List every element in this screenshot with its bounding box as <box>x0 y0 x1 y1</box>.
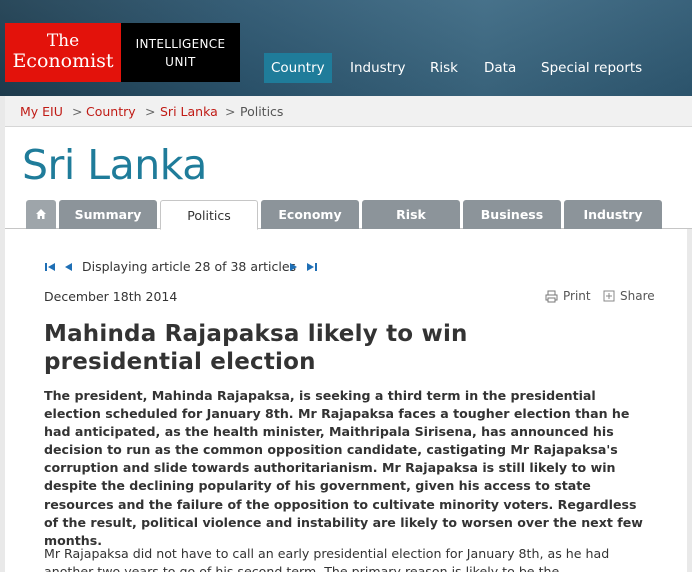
home-icon <box>36 209 46 219</box>
topnav-country[interactable]: Country <box>264 53 332 83</box>
first-page-icon[interactable] <box>44 259 58 275</box>
share-link[interactable]: Share <box>620 289 655 303</box>
next-page-icon[interactable] <box>287 259 301 275</box>
article-date: December 18th 2014 <box>44 289 178 304</box>
last-page-icon[interactable] <box>305 259 319 275</box>
page-title: Sri Lanka <box>22 141 207 189</box>
article-lead: The president, Mahinda Rajapaksa, is see… <box>44 388 643 548</box>
eiu-logo-line2: UNIT <box>165 55 196 69</box>
print-link[interactable]: Print <box>563 289 591 303</box>
tab-summary[interactable]: Summary <box>59 200 157 229</box>
topnav-industry[interactable]: Industry <box>343 53 413 83</box>
tab-risk[interactable]: Risk <box>362 200 460 229</box>
right-gutter <box>687 229 692 572</box>
tab-business[interactable]: Business <box>463 200 561 229</box>
economist-logo[interactable]: The Economist <box>5 23 121 82</box>
share-icon[interactable] <box>603 290 616 303</box>
article-headline: Mahinda Rajapaksa likely to win presiden… <box>44 321 468 375</box>
breadcrumb-sri-lanka[interactable]: Sri Lanka <box>160 104 218 119</box>
eiu-logo[interactable]: INTELLIGENCE UNIT <box>121 23 240 82</box>
prev-page-icon[interactable] <box>62 259 76 275</box>
breadcrumb-my-eiu[interactable]: My EIU <box>20 104 63 119</box>
tab-industry[interactable]: Industry <box>564 200 662 229</box>
breadcrumb-separator: > <box>72 104 83 119</box>
topnav-special-reports[interactable]: Special reports <box>534 53 649 83</box>
pager-status: Displaying article 28 of 38 articles <box>82 259 297 274</box>
tab-politics[interactable]: Politics <box>160 200 258 230</box>
economist-logo-line1: The <box>46 31 80 51</box>
breadcrumb-separator: > <box>145 104 156 119</box>
breadcrumb: My EIU > Country > Sri Lanka > Politics <box>5 96 692 127</box>
breadcrumb-country[interactable]: Country <box>86 104 136 119</box>
topnav-data[interactable]: Data <box>477 53 523 83</box>
topnav-risk[interactable]: Risk <box>423 53 465 83</box>
tab-economy[interactable]: Economy <box>261 200 359 229</box>
print-icon[interactable] <box>545 290 558 303</box>
breadcrumb-politics: Politics <box>240 104 284 119</box>
breadcrumb-separator: > <box>225 104 236 119</box>
eiu-logo-line1: INTELLIGENCE <box>135 37 226 51</box>
tab-home[interactable] <box>26 200 56 229</box>
article-body-paragraph: Mr Rajapaksa did not have to call an ear… <box>44 546 610 572</box>
economist-logo-line2: Economist <box>12 50 114 72</box>
